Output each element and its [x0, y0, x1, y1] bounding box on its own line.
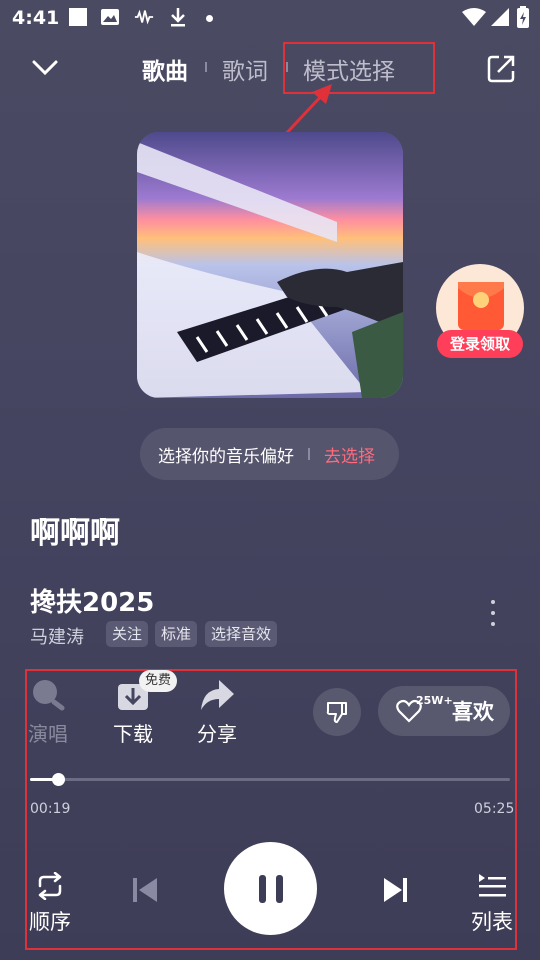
current-time: 00:19 [30, 801, 71, 817]
total-time: 05:25 [474, 801, 515, 817]
playlist-label: 列表 [471, 910, 513, 934]
playlist-icon [479, 874, 506, 897]
free-badge: 免费 [139, 670, 178, 692]
download-label: 下载 [113, 722, 153, 746]
preference-link[interactable]: 去选择 [324, 442, 375, 467]
login-reward-badge[interactable]: 登录领取 [434, 264, 526, 360]
share-arrow-icon [201, 680, 234, 710]
status-bar: 4:41 [0, 0, 540, 36]
more-options-icon[interactable] [483, 600, 503, 626]
sing-button[interactable]: 演唱 [13, 678, 83, 747]
battery-icon [516, 6, 530, 28]
like-label: 喜欢 [452, 700, 494, 724]
share-button[interactable]: 分享 [182, 678, 252, 747]
previous-icon[interactable] [131, 876, 161, 904]
login-reward-label: 登录领取 [437, 330, 523, 358]
status-dot-icon [206, 15, 213, 22]
red-envelope-icon [458, 282, 504, 330]
share-external-icon[interactable] [486, 54, 516, 84]
progress-thumb[interactable] [52, 773, 65, 786]
signal-icon [490, 7, 510, 27]
follow-tag[interactable]: 关注 [106, 621, 149, 647]
pause-button[interactable] [224, 842, 317, 935]
quality-tag[interactable]: 标准 [155, 621, 198, 647]
share-label: 分享 [197, 722, 237, 746]
status-time: 4:41 [12, 7, 60, 29]
like-button[interactable]: 25W+ 喜欢 [378, 686, 510, 736]
thumbs-down-icon [326, 702, 347, 723]
music-preference-pill[interactable]: 选择你的音乐偏好 去选择 [140, 428, 399, 480]
pause-icon [258, 874, 283, 903]
lyric-heading: 啊啊啊 [30, 516, 120, 551]
wifi-icon [462, 7, 486, 27]
preference-divider [308, 448, 310, 460]
song-title: 搀扶2025 [30, 588, 155, 618]
gallery-icon [100, 7, 120, 27]
play-mode-label: 顺序 [29, 910, 71, 934]
playlist-button[interactable]: 列表 [470, 872, 514, 952]
sound-effect-tag[interactable]: 选择音效 [205, 621, 278, 647]
next-icon[interactable] [380, 876, 410, 904]
repeat-icon [38, 872, 62, 900]
preference-text: 选择你的音乐偏好 [158, 446, 294, 467]
audio-wave-icon [134, 7, 154, 27]
dislike-button[interactable] [313, 688, 361, 736]
collapse-chevron-icon[interactable] [30, 56, 60, 86]
notification-square-icon [68, 7, 88, 27]
microphone-icon [33, 680, 65, 711]
tab-song[interactable]: 歌曲 [142, 52, 188, 86]
album-cover [137, 132, 403, 398]
like-count: 25W+ [416, 694, 453, 707]
sing-label: 演唱 [28, 722, 68, 746]
progress-track[interactable] [30, 778, 510, 781]
play-mode-button[interactable]: 顺序 [28, 872, 72, 952]
download-icon [168, 7, 188, 27]
tab-divider [205, 62, 207, 72]
artist-name[interactable]: 马建涛 [30, 623, 84, 649]
